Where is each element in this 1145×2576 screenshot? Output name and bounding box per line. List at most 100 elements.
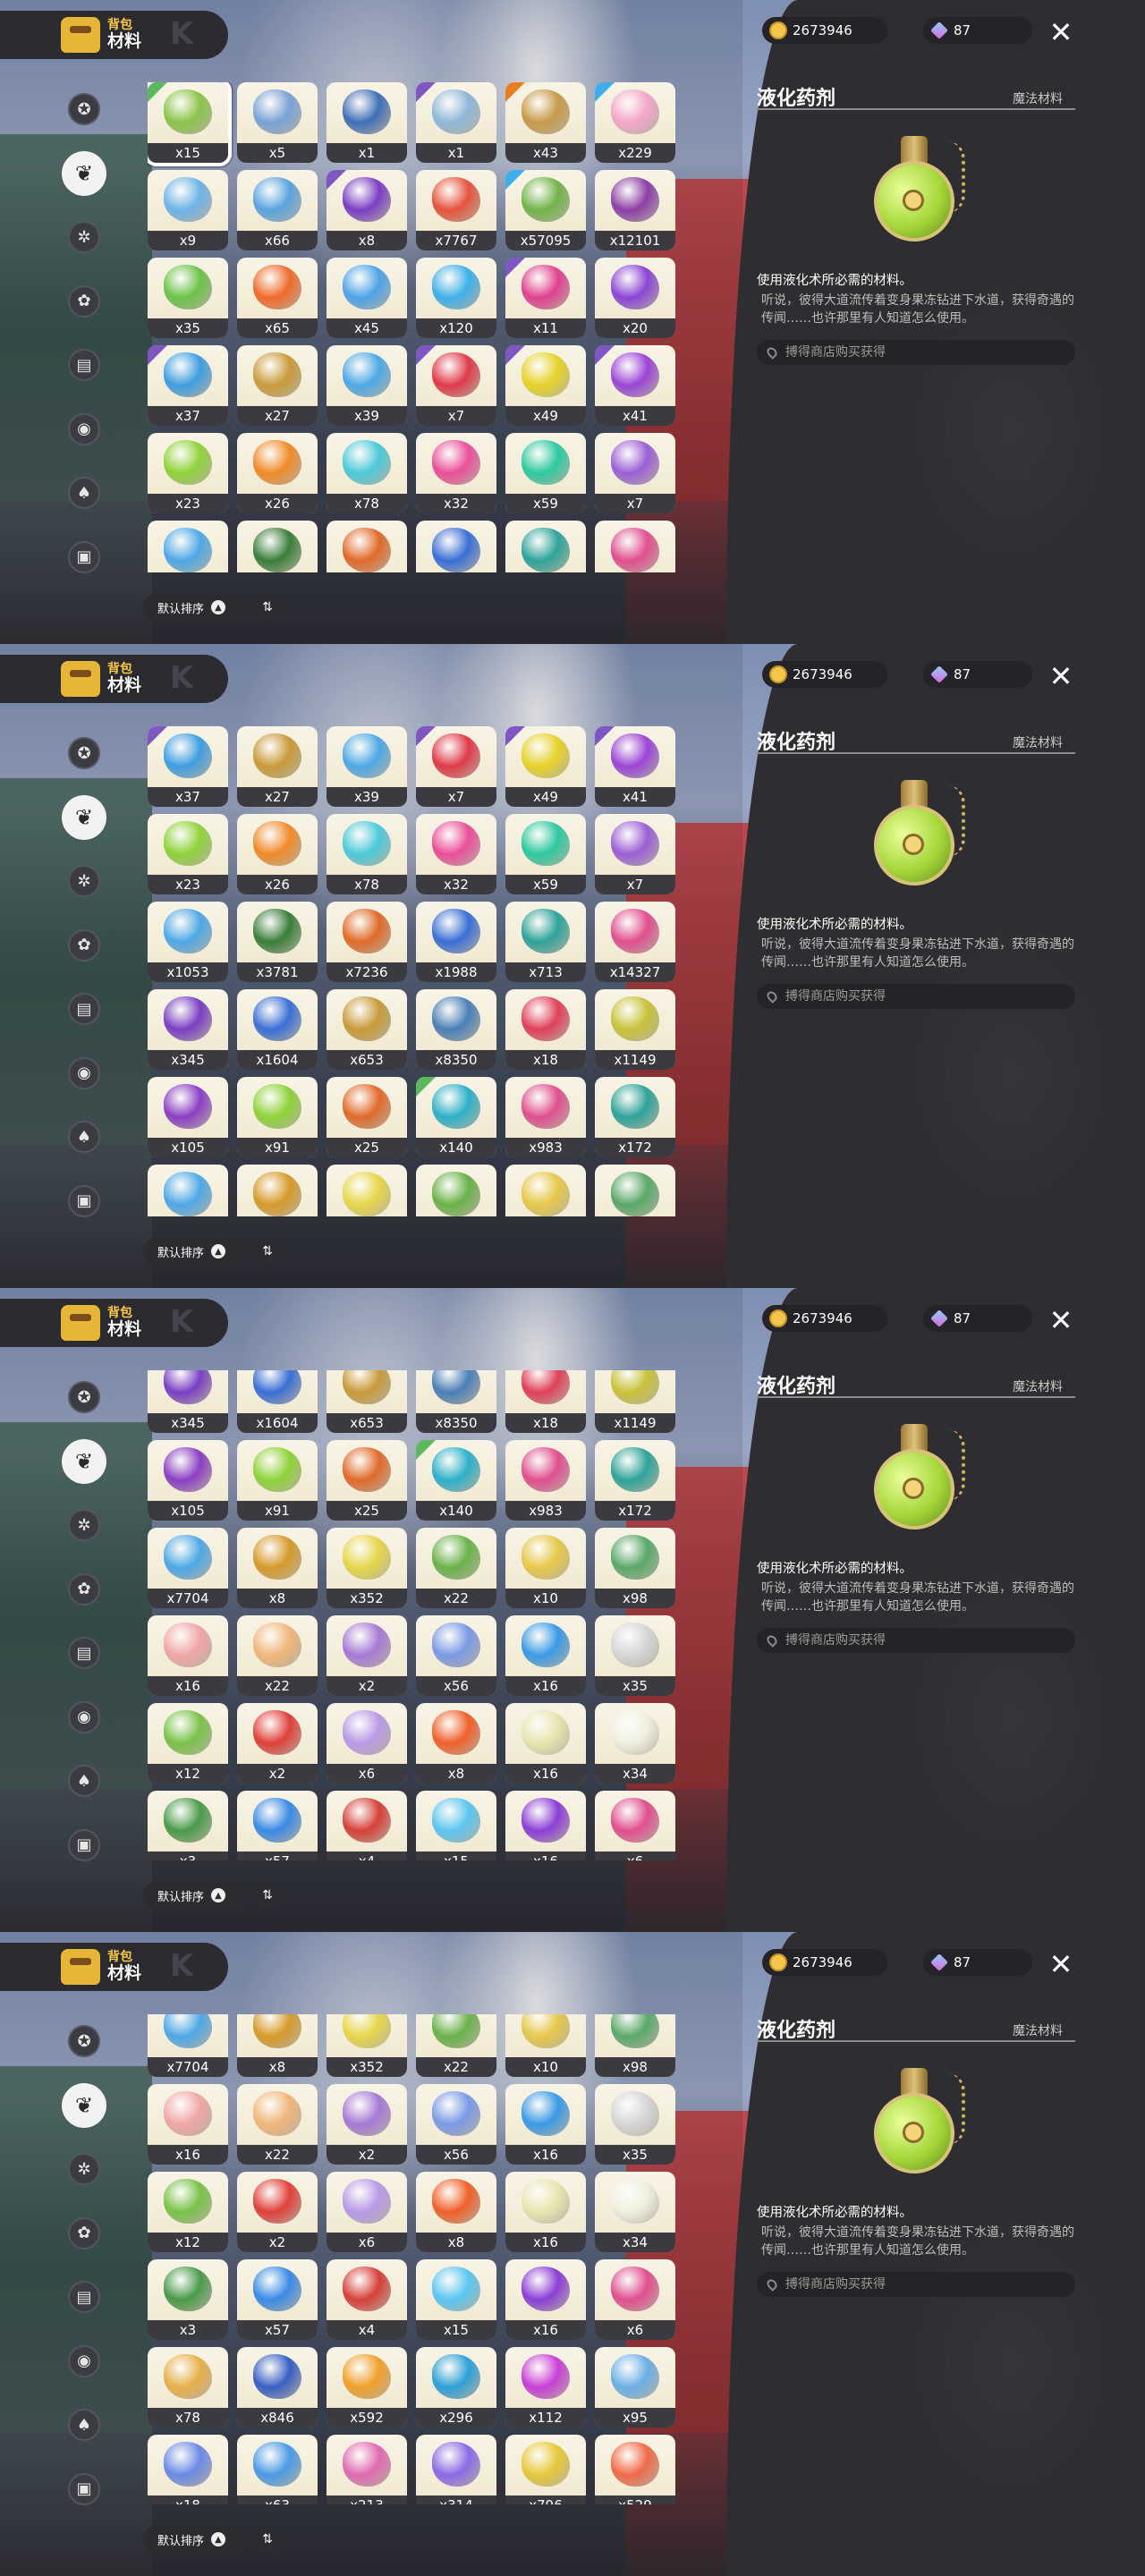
close-button[interactable]: ✕	[1045, 1948, 1077, 1980]
inventory-item[interactable]: x6	[595, 1791, 675, 1860]
inventory-item[interactable]: x66	[237, 170, 318, 250]
inventory-item[interactable]: x16	[505, 2084, 586, 2165]
tab-bell[interactable]: ♠	[61, 1758, 107, 1804]
inventory-item[interactable]: x7767	[416, 170, 496, 250]
inventory-item[interactable]: x1149	[595, 1370, 675, 1433]
inventory-item[interactable]: x59	[505, 433, 586, 513]
close-button[interactable]: ✕	[1045, 16, 1077, 48]
inventory-item[interactable]: x41	[595, 345, 675, 426]
tab-bell[interactable]: ♠	[61, 470, 107, 516]
inventory-item[interactable]: x1	[416, 82, 496, 163]
inventory-grid[interactable]: x15 x5 x1 x1 x43 x229 x9 x66 x8 x7767 x57095 x12101…	[148, 82, 675, 572]
tab-ball[interactable]: ◉	[61, 1050, 107, 1097]
inventory-item[interactable]: x35	[148, 258, 228, 338]
inventory-item[interactable]: x3781	[237, 902, 318, 982]
inventory-item[interactable]: x16	[505, 1615, 586, 1696]
inventory-item[interactable]: x26	[237, 433, 318, 513]
inventory-item[interactable]: x1604	[237, 989, 318, 1070]
inventory-item[interactable]: x22	[416, 1165, 496, 1216]
inventory-item[interactable]: x9	[148, 170, 228, 250]
inventory-item[interactable]: x56	[416, 2084, 496, 2165]
inventory-item[interactable]: x352	[327, 1165, 407, 1216]
inventory-item[interactable]: x15	[416, 2259, 496, 2340]
sort-swap-button[interactable]: ⇅	[254, 1238, 281, 1265]
inventory-item[interactable]: x120	[416, 258, 496, 338]
sort-dropdown[interactable]: 默认排序 ▲	[143, 2526, 249, 2553]
tab-sprout[interactable]: ✿	[61, 1566, 107, 1613]
inventory-item[interactable]: x14327	[595, 902, 675, 982]
tab-chest[interactable]: ▣	[61, 534, 107, 580]
inventory-item[interactable]: x12	[148, 1703, 228, 1784]
inventory-item[interactable]: x11	[505, 258, 586, 338]
inventory-item[interactable]: x25	[327, 1077, 407, 1157]
inventory-grid[interactable]: x7704 x8 x352 x22 x10 x98 x16 x22 x2 x56 x16 x35 x12…	[148, 2014, 675, 2504]
inventory-item[interactable]: x5	[237, 82, 318, 163]
inventory-item[interactable]: x592	[327, 2347, 407, 2428]
inventory-item[interactable]: x653	[327, 989, 407, 1070]
tab-scroll[interactable]: ▤	[61, 2274, 107, 2320]
item-source[interactable]: 搏得商店购买获得	[757, 1628, 1075, 1653]
inventory-item[interactable]: x16	[148, 1615, 228, 1696]
inventory-item[interactable]: x49	[505, 726, 586, 807]
sort-swap-button[interactable]: ⇅	[254, 2526, 281, 2553]
inventory-item[interactable]: x213	[327, 2435, 407, 2504]
inventory-item[interactable]: x983	[505, 1440, 586, 1521]
inventory-item[interactable]: x1988	[416, 902, 496, 982]
tab-leaf[interactable]: ❦	[61, 2082, 107, 2129]
inventory-item[interactable]: x3781	[237, 521, 318, 572]
inventory-item[interactable]: x8	[416, 1703, 496, 1784]
tab-leaf[interactable]: ❦	[61, 794, 107, 841]
inventory-item[interactable]: x7	[416, 345, 496, 426]
tab-gear-flower[interactable]: ✲	[61, 858, 107, 904]
tab-scroll[interactable]: ▤	[61, 342, 107, 388]
inventory-item[interactable]: x8	[327, 170, 407, 250]
inventory-item[interactable]: x91	[237, 1077, 318, 1157]
inventory-item[interactable]: x16	[505, 1791, 586, 1860]
inventory-grid[interactable]: x37 x27 x39 x7 x49 x41 x23 x26 x78 x32 x59 x7 x1053 x…	[148, 726, 675, 1216]
inventory-item[interactable]: x91	[237, 1440, 318, 1521]
tab-sprout[interactable]: ✿	[61, 278, 107, 325]
inventory-item[interactable]: x98	[595, 2014, 675, 2077]
inventory-item[interactable]: x43	[505, 82, 586, 163]
inventory-item[interactable]: x6	[595, 2259, 675, 2340]
inventory-item[interactable]: x8	[237, 1528, 318, 1608]
sort-dropdown[interactable]: 默认排序 ▲	[143, 1238, 249, 1265]
inventory-item[interactable]: x16	[148, 2084, 228, 2165]
inventory-item[interactable]: x10	[505, 1528, 586, 1608]
inventory-item[interactable]: x39	[327, 726, 407, 807]
inventory-item[interactable]: x45	[327, 258, 407, 338]
inventory-item[interactable]: x39	[327, 345, 407, 426]
tab-ball[interactable]: ◉	[61, 1694, 107, 1741]
item-source[interactable]: 搏得商店购买获得	[757, 984, 1075, 1009]
inventory-item[interactable]: x22	[237, 2084, 318, 2165]
inventory-item[interactable]: x18	[505, 1370, 586, 1433]
inventory-item[interactable]: x25	[327, 1440, 407, 1521]
tab-star[interactable]: ✪	[61, 730, 107, 776]
inventory-item[interactable]: x41	[595, 726, 675, 807]
tab-chest[interactable]: ▣	[61, 2466, 107, 2512]
inventory-item[interactable]: x105	[148, 1077, 228, 1157]
sort-direction-icon[interactable]: ▲	[211, 1888, 226, 1902]
tab-chest[interactable]: ▣	[61, 1178, 107, 1224]
inventory-item[interactable]: x112	[505, 2347, 586, 2428]
inventory-item[interactable]: x983	[505, 1077, 586, 1157]
inventory-item[interactable]: x7704	[148, 1165, 228, 1216]
inventory-item[interactable]: x796	[505, 2435, 586, 2504]
inventory-item[interactable]: x34	[595, 1703, 675, 1784]
item-source[interactable]: 搏得商店购买获得	[757, 340, 1075, 365]
inventory-item[interactable]: x172	[595, 1440, 675, 1521]
inventory-item[interactable]: x98	[595, 1165, 675, 1216]
inventory-item[interactable]: x32	[416, 814, 496, 894]
inventory-item[interactable]: x18	[148, 2435, 228, 2504]
inventory-item[interactable]: x352	[327, 1528, 407, 1608]
inventory-item[interactable]: x34	[595, 2172, 675, 2252]
inventory-item[interactable]: x63	[237, 2435, 318, 2504]
tab-star[interactable]: ✪	[61, 1374, 107, 1420]
tab-bell[interactable]: ♠	[61, 1114, 107, 1160]
inventory-item[interactable]: x78	[148, 2347, 228, 2428]
tab-ball[interactable]: ◉	[61, 2338, 107, 2385]
inventory-item[interactable]: x105	[148, 1440, 228, 1521]
inventory-item[interactable]: x12	[148, 2172, 228, 2252]
inventory-item[interactable]: x846	[237, 2347, 318, 2428]
inventory-item[interactable]: x27	[237, 726, 318, 807]
